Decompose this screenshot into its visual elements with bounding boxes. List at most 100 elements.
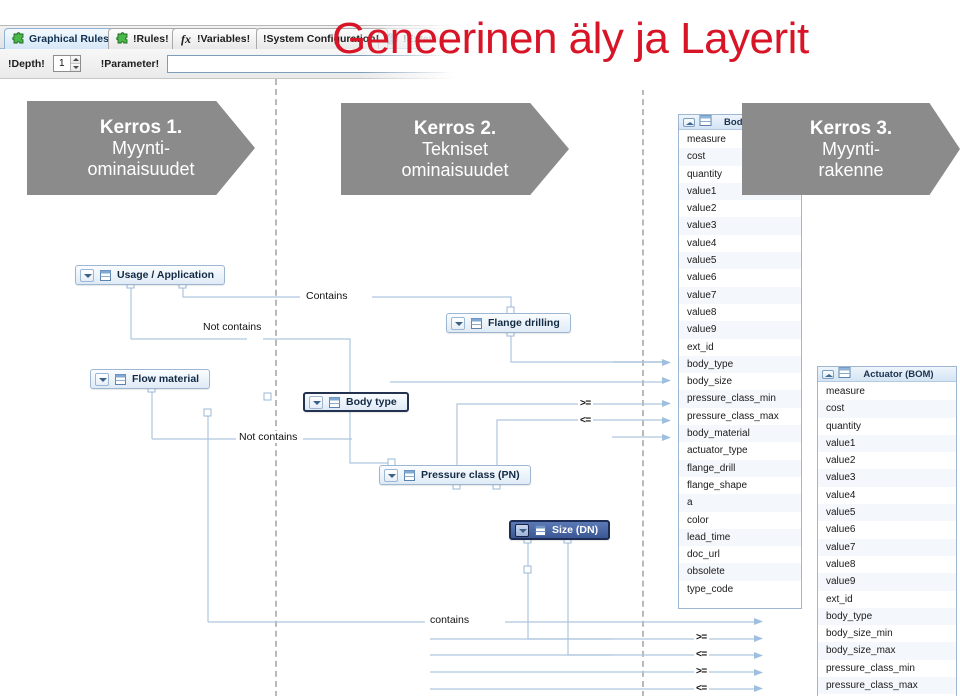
bom-attribute-row[interactable]: body_size <box>679 373 801 391</box>
bom-attribute-row[interactable]: body_material <box>679 425 801 443</box>
bom-attribute-row[interactable]: value3 <box>818 469 956 487</box>
bom-attribute-row[interactable]: ext_id <box>679 338 801 356</box>
slide-canvas: Graphical Rules !Rules! fx !Variables! !… <box>0 0 960 696</box>
depth-decrement-button[interactable] <box>70 64 80 71</box>
collapse-icon[interactable] <box>683 117 695 127</box>
bom-attribute-row[interactable]: color <box>679 511 801 529</box>
table-icon <box>114 373 127 386</box>
bom-attribute-row[interactable]: value8 <box>818 555 956 574</box>
bom-attribute-row[interactable]: value2 <box>679 200 801 218</box>
tab-variables[interactable]: fx !Variables! <box>172 28 260 49</box>
bom-attribute-row[interactable]: cost <box>818 400 956 418</box>
bom-attribute-row[interactable]: value9 <box>679 321 801 339</box>
depth-stepper-arrows[interactable] <box>69 56 80 71</box>
actuator-bom-header: Actuator (BOM) <box>818 367 956 382</box>
chevron-down-icon[interactable] <box>309 395 323 409</box>
table-icon <box>699 115 712 129</box>
bom-attribute-row[interactable]: doc_url <box>679 546 801 564</box>
banner-line-3: ominaisuudet <box>401 159 509 180</box>
op-act-lte-2: <= <box>694 683 709 694</box>
bom-attribute-row[interactable]: value2 <box>818 452 956 470</box>
bom-attribute-row[interactable]: value8 <box>679 303 801 322</box>
node-pressure-class-pn[interactable]: Pressure class (PN) <box>379 465 531 485</box>
bom-attribute-row[interactable]: measure <box>818 383 956 401</box>
node-label: Size (DN) <box>552 524 599 536</box>
banner-kerros-1: Kerros 1. Myynti- ominaisuudet <box>27 101 255 195</box>
node-label: Usage / Application <box>117 269 215 281</box>
bom-attribute-row[interactable]: body_size_min <box>818 625 956 643</box>
chevron-down-icon[interactable] <box>384 468 398 482</box>
chevron-down-icon[interactable] <box>451 316 465 330</box>
chevron-down-icon[interactable] <box>515 523 529 537</box>
node-label: Flange drilling <box>488 317 560 329</box>
bom-attribute-row[interactable]: body_type <box>679 355 801 374</box>
bom-attribute-row[interactable]: actuator_type <box>679 442 801 460</box>
tab-label: !Variables! <box>197 33 251 45</box>
node-label: Body type <box>346 396 397 408</box>
bom-attribute-row[interactable]: value4 <box>818 486 956 505</box>
bom-attribute-row[interactable]: lead_time <box>679 528 801 547</box>
bom-attribute-row[interactable]: value7 <box>818 538 956 556</box>
actuator-bom-title: Actuator (BOM) <box>863 368 934 380</box>
bom-attribute-row[interactable]: ext_id <box>818 590 956 608</box>
bom-attribute-row[interactable]: value6 <box>679 269 801 287</box>
edge-label-contains-top: Contains <box>303 290 351 302</box>
op-body-lte: <= <box>578 415 593 426</box>
depth-stepper[interactable]: 1 <box>52 55 81 72</box>
page-title: Geneerinen äly ja Layerit <box>332 14 809 63</box>
bom-attribute-row[interactable]: body_type <box>818 607 956 626</box>
banner-line-2: Myynti- <box>822 139 880 160</box>
bom-attribute-row[interactable]: value1 <box>818 434 956 453</box>
bom-attribute-row[interactable]: type_code <box>679 580 801 599</box>
tab-graphical-rules[interactable]: Graphical Rules <box>4 28 118 49</box>
collapse-icon[interactable] <box>822 369 834 379</box>
bom-attribute-row[interactable]: obsolete <box>679 563 801 581</box>
bom-attribute-row[interactable]: pressure_class_max <box>818 677 956 695</box>
bom-attribute-row[interactable]: value4 <box>679 234 801 253</box>
banner-line-2: Myynti- <box>112 138 170 159</box>
edge-label-not-contains-2: Not contains <box>236 431 301 443</box>
op-body-gte: >= <box>578 398 593 409</box>
banner-kerros-2: Kerros 2. Tekniset ominaisuudet <box>341 103 569 195</box>
table-icon <box>534 524 547 537</box>
fx-icon: fx <box>181 32 191 46</box>
puzzle-icon <box>11 32 25 46</box>
banner-line-3: ominaisuudet <box>87 158 195 179</box>
parameter-label: !Parameter! <box>100 57 160 70</box>
bom-attribute-row[interactable]: flange_drill <box>679 459 801 477</box>
table-icon <box>470 317 483 330</box>
bom-attribute-row[interactable]: pressure_class_max <box>679 407 801 426</box>
bom-attribute-row[interactable]: value3 <box>679 217 801 235</box>
banner-line-1: Kerros 2. <box>413 117 497 139</box>
banner-line-1: Kerros 1. <box>99 116 183 138</box>
bom-attribute-row[interactable]: pressure_class_min <box>818 659 956 678</box>
chevron-down-icon[interactable] <box>80 268 94 282</box>
node-label: Pressure class (PN) <box>421 469 520 481</box>
edge-label-not-contains-1: Not contains <box>200 321 265 333</box>
table-icon <box>99 269 112 282</box>
bom-attribute-row[interactable]: a <box>679 494 801 512</box>
bom-attribute-row[interactable]: value5 <box>818 504 956 522</box>
bom-attribute-row[interactable]: flange_shape <box>679 476 801 495</box>
bom-attribute-row[interactable]: value9 <box>818 573 956 591</box>
node-label: Flow material <box>132 373 200 385</box>
depth-increment-button[interactable] <box>70 56 80 64</box>
node-flow-material[interactable]: Flow material <box>90 369 211 389</box>
node-size-dn[interactable]: Size (DN) <box>509 520 611 540</box>
depth-value: 1 <box>58 58 65 69</box>
bom-attribute-row[interactable]: value5 <box>679 252 801 270</box>
op-act-gte-2: >= <box>694 666 709 677</box>
actuator-bom-panel[interactable]: Actuator (BOM) measure cost quantity value1… <box>817 366 957 696</box>
bom-attribute-row[interactable]: quantity <box>818 417 956 435</box>
banner-kerros-3: Kerros 3. Myynti- rakenne <box>742 103 960 195</box>
puzzle-icon <box>115 32 129 46</box>
bom-attribute-row[interactable]: value6 <box>818 521 956 539</box>
bom-attribute-row[interactable]: value7 <box>679 286 801 304</box>
tab-rules[interactable]: !Rules! <box>108 28 178 49</box>
bom-attribute-row[interactable]: pressure_class_min <box>679 390 801 408</box>
node-body-type[interactable]: Body type <box>303 392 409 412</box>
node-usage-application[interactable]: Usage / Application <box>75 265 226 285</box>
chevron-down-icon[interactable] <box>95 372 109 386</box>
node-flange-drilling[interactable]: Flange drilling <box>446 313 571 333</box>
bom-attribute-row[interactable]: body_size_max <box>818 642 956 660</box>
